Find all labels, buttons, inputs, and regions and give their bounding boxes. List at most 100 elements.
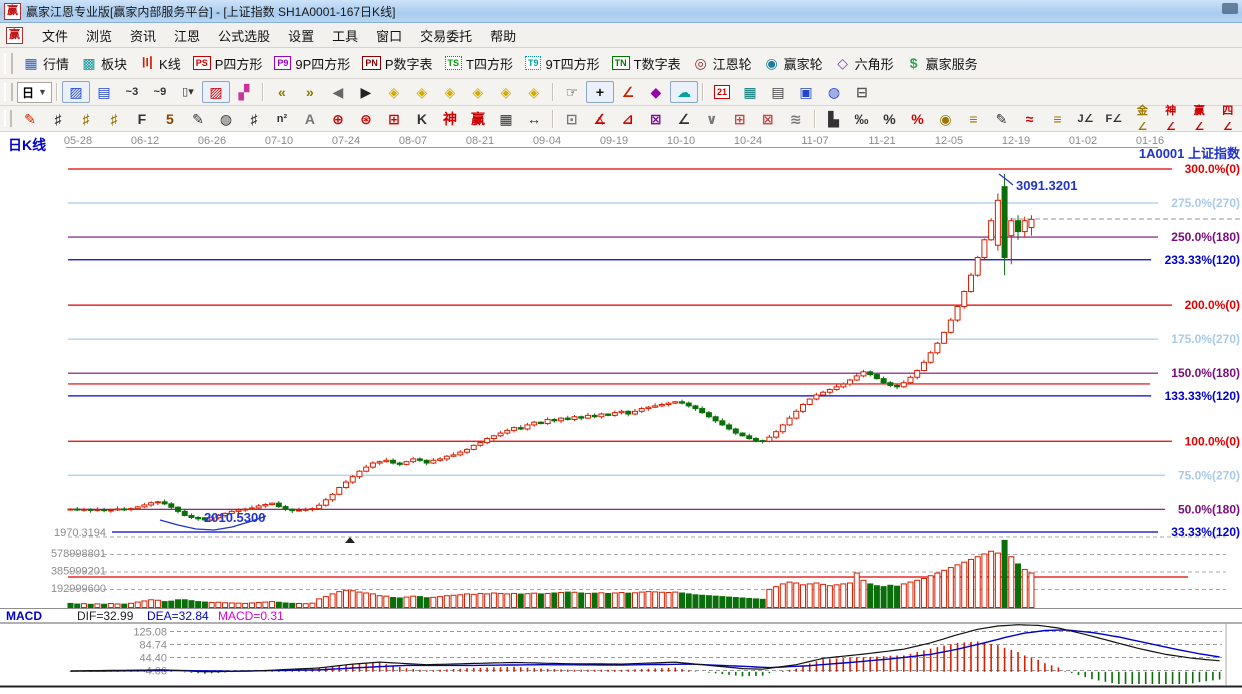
volume-bar (223, 603, 228, 608)
width-measure-icon[interactable]: ↔ (520, 108, 548, 130)
box-corner-icon[interactable]: ⊡ (558, 108, 586, 130)
calendar-21-icon[interactable]: 21 (708, 82, 736, 102)
p-number-table-button[interactable]: PNP数字表 (356, 51, 438, 76)
percent-red-icon[interactable]: % (904, 108, 932, 130)
gold-lines-icon[interactable]: ≡ (960, 108, 988, 130)
toolbar-grip[interactable] (4, 53, 13, 74)
menu-公式选股[interactable]: 公式选股 (209, 24, 279, 47)
menu-浏览[interactable]: 浏览 (77, 24, 121, 47)
bar-stats-icon[interactable]: ▙ (820, 108, 848, 130)
pen-one-icon[interactable]: ✎ (988, 108, 1016, 130)
t-number-table-button[interactable]: TNT数字表 (606, 51, 687, 76)
winner-wheel-button[interactable]: ◉赢家轮 (758, 51, 829, 76)
parallel-lines-icon[interactable]: ≋ (782, 108, 810, 130)
red-web-box-icon[interactable]: ⊞ (380, 108, 408, 130)
percent-line-icon[interactable]: ‰ (848, 108, 876, 130)
dot-grid-icon[interactable]: ⊞ (726, 108, 754, 130)
zoom-h-shrink-icon[interactable]: ◈ (464, 81, 492, 103)
printer-icon[interactable]: ⊟ (848, 81, 876, 103)
gann-wheel-button[interactable]: ◎江恩轮 (687, 51, 758, 76)
k-lines-tool-icon[interactable]: K (408, 108, 436, 130)
notepad-icon[interactable]: ▤ (764, 81, 792, 103)
nav-last-icon[interactable]: » (296, 81, 324, 103)
calculator-icon[interactable]: ▦ (736, 81, 764, 103)
toolbar-grip[interactable] (4, 110, 12, 128)
crosshair-tool-icon: + (592, 84, 608, 100)
menu-工具[interactable]: 工具 (323, 24, 367, 47)
f-grid-icon[interactable]: F (128, 108, 156, 130)
nav-prev-icon[interactable]: ◀ (324, 81, 352, 103)
volume-bar (411, 596, 416, 607)
gold-lines-2-icon[interactable]: ≡ (1044, 108, 1072, 130)
candle-style-dropdown-icon[interactable]: ▯▾ (174, 81, 202, 103)
five-grid-icon[interactable]: 5 (156, 108, 184, 130)
pattern-red-icon[interactable]: ▨ (202, 81, 230, 103)
gold-grid-1-icon[interactable]: ♯ (72, 108, 100, 130)
zigzag-tool-icon[interactable]: ∨ (698, 108, 726, 130)
pan-right-icon[interactable]: ◈ (408, 81, 436, 103)
menu-江恩[interactable]: 江恩 (165, 24, 209, 47)
menu-帮助[interactable]: 帮助 (481, 24, 525, 47)
toolbar-grip[interactable] (4, 83, 13, 101)
winner-service-button[interactable]: $赢家服务 (900, 51, 984, 76)
ying-grid-icon[interactable]: 赢 (464, 108, 492, 130)
hash-grid-icon[interactable]: ♯ (240, 108, 268, 130)
circle-grid-icon[interactable]: ◍ (212, 108, 240, 130)
hexagon-button[interactable]: ◇六角形 (829, 51, 900, 76)
fan-box-icon[interactable]: ⊿ (614, 108, 642, 130)
dot-grid-2-icon[interactable]: ⊠ (754, 108, 782, 130)
gold-circle-icon[interactable]: ◉ (932, 108, 960, 130)
nav-first-icon[interactable]: « (268, 81, 296, 103)
angle-measure-icon[interactable]: ∠ (614, 81, 642, 103)
f-angle-icon[interactable]: F∠ (1100, 108, 1129, 130)
menu-资讯[interactable]: 资讯 (121, 24, 165, 47)
shen-grid-icon[interactable]: 神 (436, 108, 464, 130)
t-square-button[interactable]: TST四方形 (439, 51, 519, 76)
wave-9-icon[interactable]: ~9 (146, 81, 174, 103)
window-controls[interactable] (1222, 3, 1238, 14)
pen-grid-icon[interactable]: ✎ (184, 108, 212, 130)
wave-3-icon[interactable]: ~3 (118, 81, 146, 103)
fan-box-2-icon[interactable]: ⊠ (642, 108, 670, 130)
gann-shape-tool-icon[interactable]: ◆ (642, 81, 670, 103)
nav-next-icon[interactable]: ▶ (352, 81, 380, 103)
formula-tool-icon[interactable]: ☁ (670, 81, 698, 103)
n2-grid-icon[interactable]: n² (268, 108, 296, 130)
red-web-icon[interactable]: ⊛ (352, 108, 380, 130)
save-icon[interactable]: ▣ (792, 81, 820, 103)
percent-icon[interactable]: % (876, 108, 904, 130)
zigzag-pattern-icon[interactable]: ▨ (62, 81, 90, 103)
volume-bar (619, 593, 624, 608)
menu-设置[interactable]: 设置 (279, 24, 323, 47)
grid-tool-icon[interactable]: ♯ (44, 108, 72, 130)
hand-tool-icon[interactable]: ☞ (558, 81, 586, 103)
wave-levels-icon[interactable]: ≈ (1016, 108, 1044, 130)
p-square-button[interactable]: PSP四方形 (187, 51, 269, 76)
period-dropdown[interactable]: 日▼ (17, 82, 52, 103)
pen-tool-icon[interactable]: ✎ (16, 108, 44, 130)
sectors-button[interactable]: ▩板块 (75, 51, 133, 76)
zoom-fit-icon[interactable]: ◈ (520, 81, 548, 103)
red-fan-icon[interactable]: ∡ (586, 108, 614, 130)
a-lines-icon[interactable]: A (296, 108, 324, 130)
pan-left-icon[interactable]: ◈ (380, 81, 408, 103)
angle-lines-icon[interactable]: ∠ (670, 108, 698, 130)
color-histogram-icon[interactable]: ▞ (230, 81, 258, 103)
9t-square-button[interactable]: T99T四方形 (519, 51, 606, 76)
zoom-h-expand-icon[interactable]: ◈ (436, 81, 464, 103)
menu-交易委托[interactable]: 交易委托 (411, 24, 481, 47)
save-web-icon[interactable]: ◍ (820, 81, 848, 103)
red-crosshair-circle-icon[interactable]: ⊕ (324, 108, 352, 130)
info-list-icon[interactable]: ▤ (90, 81, 118, 103)
numbered-grid-icon[interactable]: ▦ (492, 108, 520, 130)
gold-grid-2-icon[interactable]: ♯ (100, 108, 128, 130)
zoom-v-icon[interactable]: ◈ (492, 81, 520, 103)
crosshair-tool-icon[interactable]: + (586, 81, 614, 103)
9p-square-button[interactable]: P99P四方形 (268, 51, 356, 76)
menu-窗口[interactable]: 窗口 (367, 24, 411, 47)
j-angle-icon[interactable]: J∠ (1072, 108, 1100, 130)
menu-文件[interactable]: 文件 (33, 24, 77, 47)
quotes-button[interactable]: ▦行情 (17, 51, 75, 76)
kline-button[interactable]: 〣K线 (133, 51, 187, 76)
chart-canvas[interactable]: 日K线1A0001 上证指数05-2806-1206-2607-1007-240… (0, 132, 1242, 689)
